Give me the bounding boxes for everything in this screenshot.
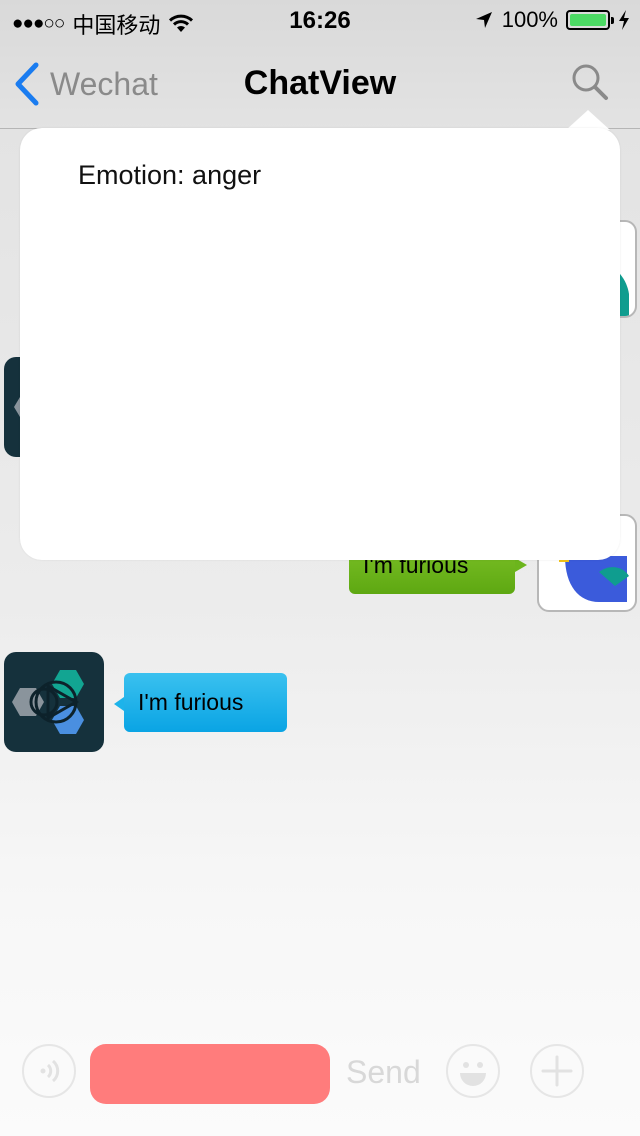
search-icon xyxy=(572,64,608,100)
avatar[interactable] xyxy=(4,652,104,752)
popover-arrow xyxy=(566,110,610,130)
smiley-icon xyxy=(460,1062,486,1086)
message-text: I'm furious xyxy=(138,689,244,715)
charging-bolt-icon xyxy=(619,10,629,30)
bot-avatar-icon xyxy=(12,670,84,734)
page-title: ChatView xyxy=(243,64,397,102)
voice-button[interactable] xyxy=(22,1044,76,1098)
bubble-tail xyxy=(114,697,124,711)
navigation-bar: Wechat ChatView xyxy=(0,40,640,129)
record-button[interactable] xyxy=(90,1044,330,1104)
emotion-popover[interactable]: Emotion: anger xyxy=(20,128,620,560)
message-bubble-incoming[interactable]: I'm furious xyxy=(124,673,287,732)
input-toolbar: Send xyxy=(0,1040,640,1106)
location-arrow-icon xyxy=(475,12,492,28)
status-bar: ●●●○○ 中国移动 16:26 100% xyxy=(0,0,640,40)
battery-percent: 100% xyxy=(501,7,558,32)
battery-icon xyxy=(566,10,614,30)
send-button[interactable]: Send xyxy=(346,1054,421,1091)
battery-tip xyxy=(611,17,614,24)
battery-level xyxy=(570,14,606,26)
emotion-label: Emotion: anger xyxy=(78,160,262,190)
search-button[interactable] xyxy=(570,62,610,107)
emoji-button[interactable] xyxy=(446,1044,500,1098)
status-right: 100% xyxy=(474,7,630,33)
voice-icon xyxy=(40,1059,60,1083)
bubble-tail xyxy=(515,558,527,572)
add-button[interactable] xyxy=(530,1044,584,1098)
plus-icon xyxy=(541,1055,573,1087)
